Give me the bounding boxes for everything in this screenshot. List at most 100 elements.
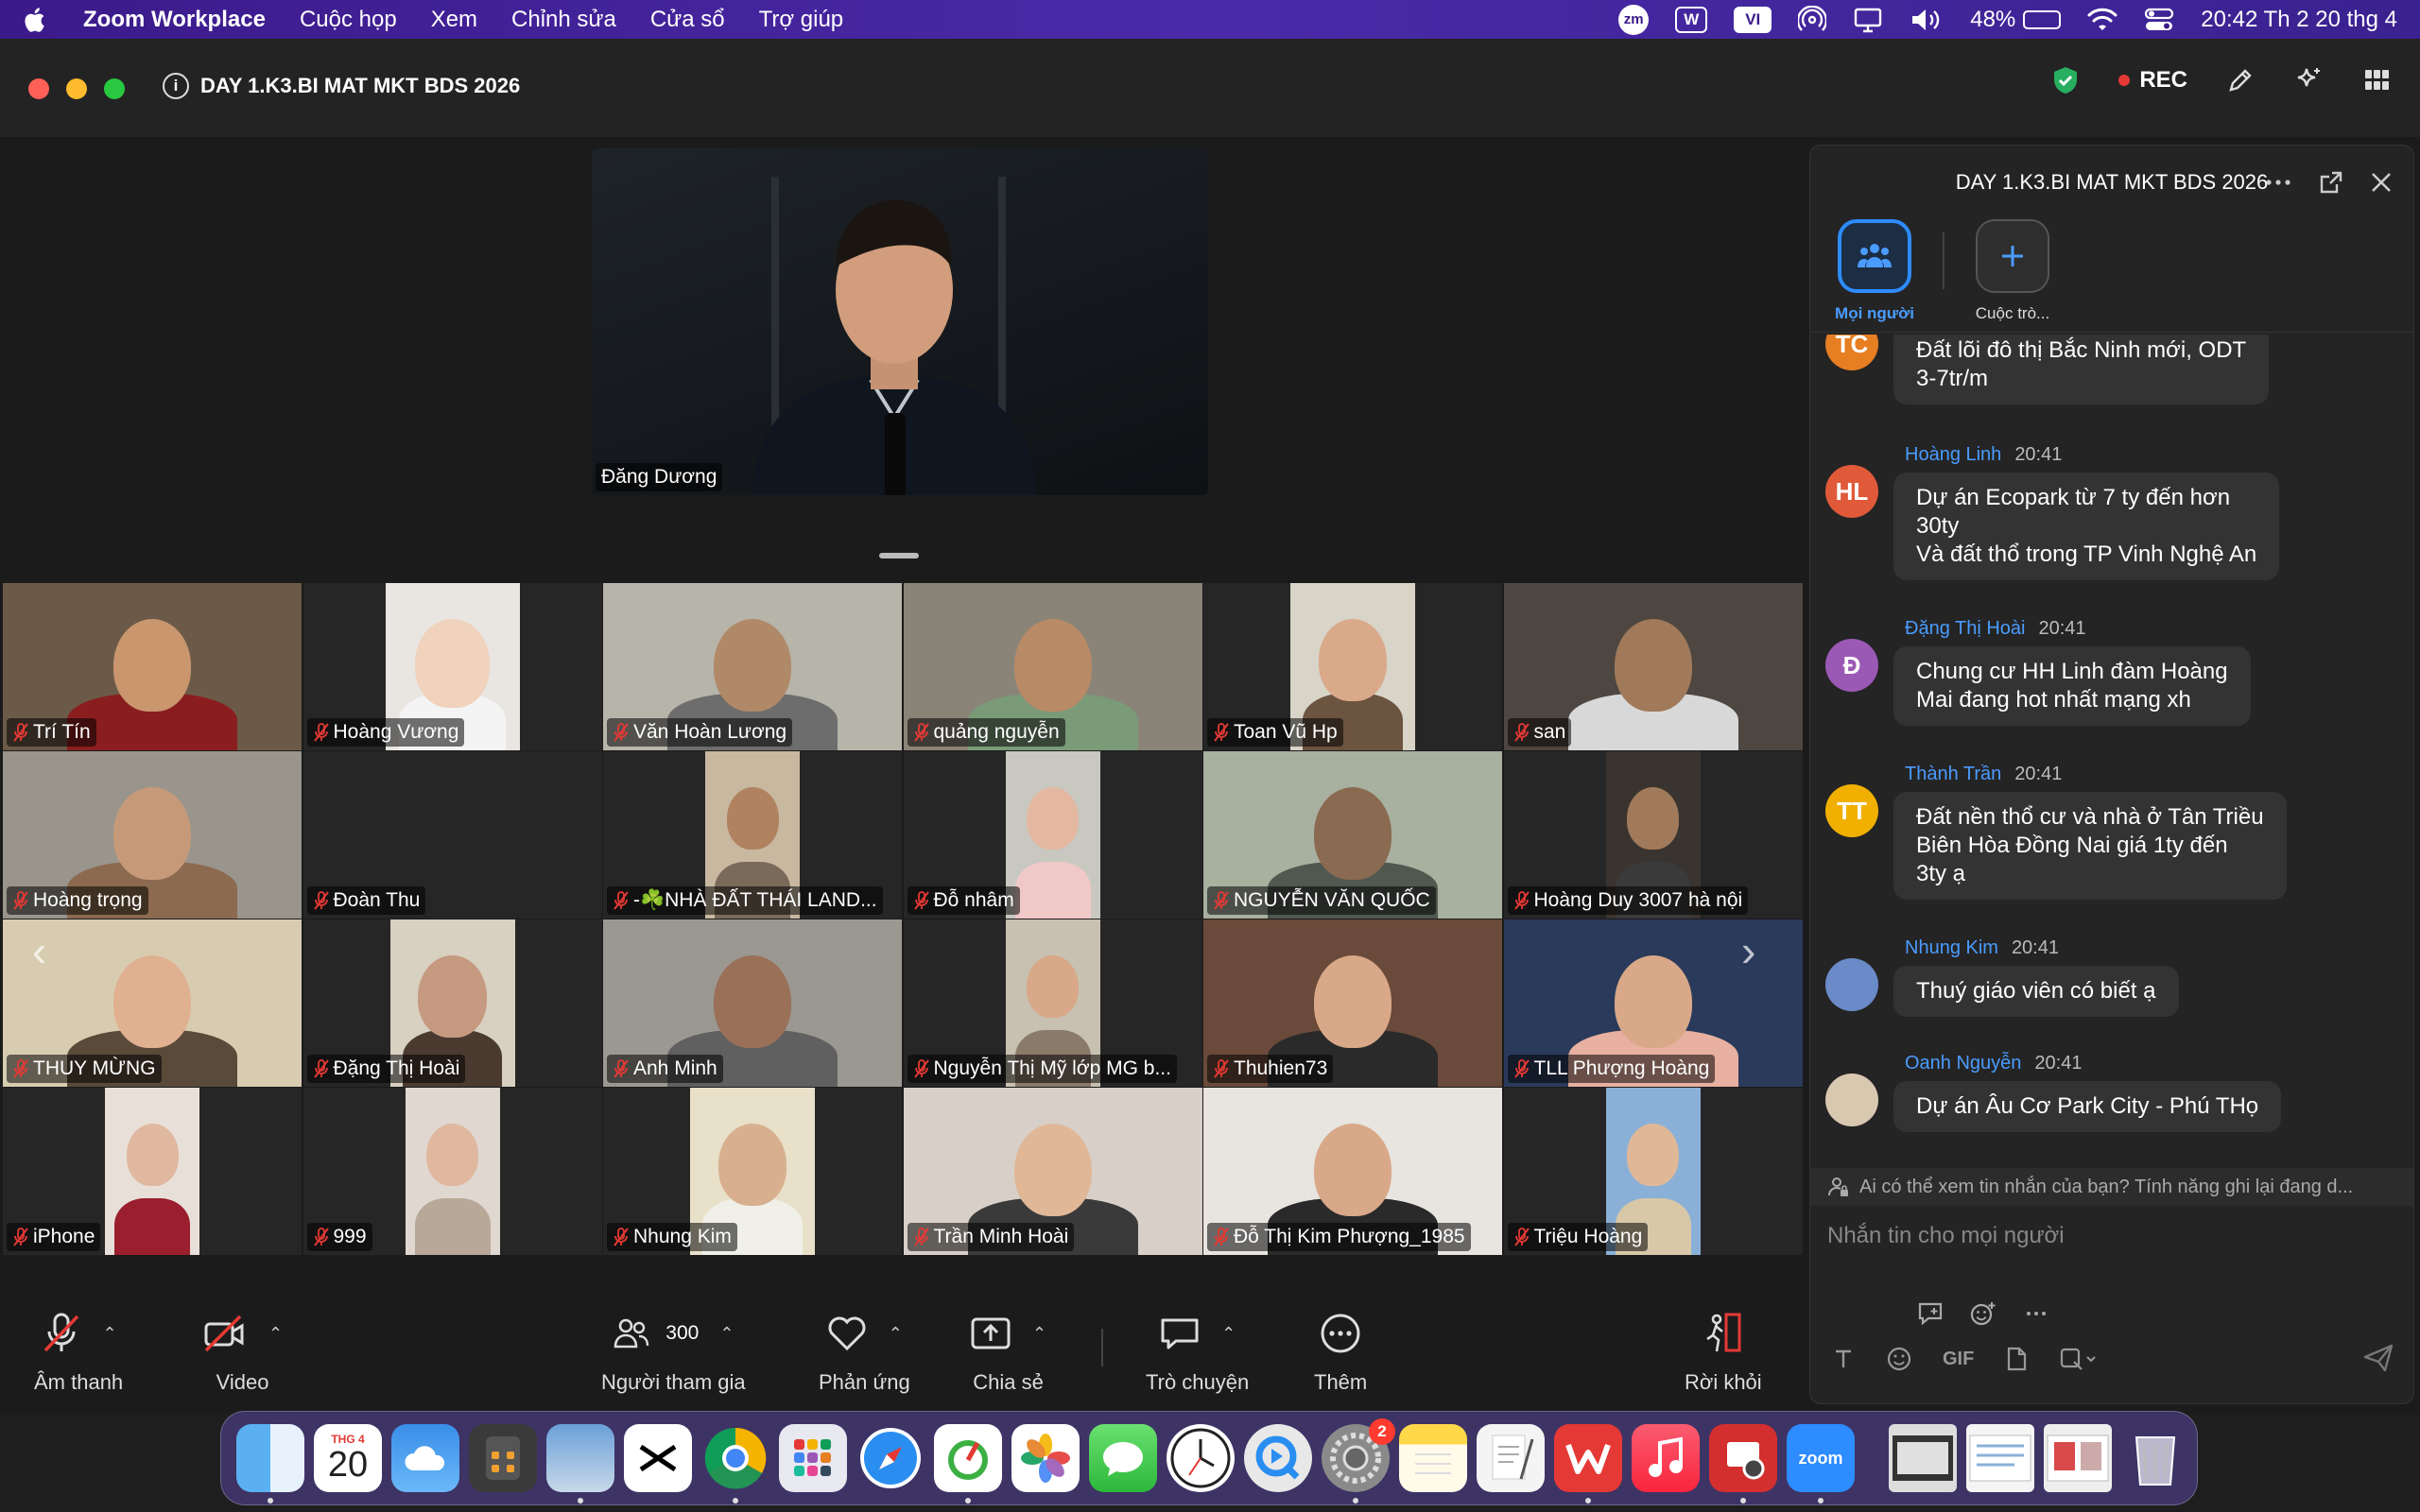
sender-name[interactable]: Thành Trần	[1905, 764, 2001, 785]
sender-avatar[interactable]	[1825, 958, 1878, 1011]
capcut-icon[interactable]	[624, 1424, 692, 1492]
menu-edit[interactable]: Chỉnh sửa	[511, 7, 616, 33]
trash-icon[interactable]	[2121, 1424, 2189, 1492]
airdrop-icon[interactable]	[1798, 5, 1827, 34]
sender-name[interactable]: Oanh Nguyễn	[1905, 1053, 2021, 1074]
weather-icon[interactable]	[391, 1424, 459, 1492]
finder-icon[interactable]	[236, 1424, 304, 1503]
security-shield-icon[interactable]	[2050, 65, 2081, 95]
participant-tile[interactable]: Hoàng trọng	[3, 751, 302, 919]
recent-window-3[interactable]	[2044, 1424, 2112, 1492]
sender-avatar[interactable]: HL	[1825, 465, 1878, 518]
participant-tile[interactable]: Đỗ Thị Kim Phượng_1985	[1203, 1088, 1502, 1255]
recent-window-1[interactable]	[1889, 1424, 1957, 1492]
message-bubble[interactable]: Dự án Âu Cơ Park City - Phú THọ	[1893, 1081, 2282, 1132]
tab-everyone[interactable]: Mọi người	[1827, 219, 1922, 332]
sender-name[interactable]: Hoàng Linh	[1905, 444, 2001, 466]
safari-icon[interactable]	[856, 1424, 925, 1492]
participant-tile[interactable]: Nguyễn Thị Mỹ lớp MG b...	[903, 919, 1202, 1087]
message-bubble[interactable]: Dự án Ecopark từ 7 ty đến hơn 30ty Và đấ…	[1893, 472, 2280, 580]
textedit-icon[interactable]	[1477, 1424, 1545, 1492]
display-icon[interactable]	[1853, 7, 1883, 33]
messages-icon[interactable]	[1089, 1424, 1157, 1492]
participant-tile[interactable]: Trần Minh Hoài	[903, 1088, 1202, 1255]
chrome-icon[interactable]	[701, 1424, 769, 1503]
video-button[interactable]: ⌃ Video	[202, 1300, 283, 1395]
launchpad-icon[interactable]	[779, 1424, 847, 1492]
quicktime-icon[interactable]	[1244, 1424, 1312, 1492]
sender-avatar[interactable]: TT	[1825, 784, 1878, 837]
video-options-chevron-icon[interactable]: ⌃	[268, 1324, 283, 1344]
chat-button[interactable]: ⌃ Trò chuyện	[1146, 1300, 1249, 1395]
text-format-icon[interactable]	[1831, 1347, 1856, 1371]
participant-tile[interactable]: Anh Minh	[603, 919, 902, 1087]
word-status-icon[interactable]: W	[1675, 6, 1708, 33]
participant-tile[interactable]: Toan Vũ Hp	[1203, 583, 1502, 750]
chat-chevron-icon[interactable]: ⌃	[1221, 1324, 1236, 1344]
calculator-icon[interactable]	[469, 1424, 537, 1492]
music-icon[interactable]	[1632, 1424, 1700, 1492]
participant-tile[interactable]: Đặng Thị Hoài	[302, 919, 602, 1087]
notes-icon[interactable]	[1399, 1424, 1467, 1492]
participants-button[interactable]: 300 ⌃ Người tham gia	[601, 1300, 746, 1395]
send-icon[interactable]	[2362, 1342, 2394, 1374]
sender-name[interactable]: Đặng Thị Hoài	[1905, 618, 2025, 640]
file-icon[interactable]	[2004, 1346, 2029, 1372]
participant-tile[interactable]: Thuhien73	[1203, 919, 1502, 1087]
app-icon-green[interactable]	[934, 1424, 1002, 1503]
menu-help[interactable]: Trợ giúp	[759, 7, 844, 33]
participant-tile[interactable]: Hoàng Vương	[302, 583, 602, 750]
audio-button[interactable]: ⌃ Âm thanh	[34, 1300, 123, 1395]
message-bubble[interactable]: Đất lõi đô thị Bắc Ninh mới, ODT 3-7tr/m	[1893, 335, 2270, 404]
ai-companion-icon[interactable]	[2293, 65, 2324, 95]
participant-tile[interactable]: 999	[302, 1088, 602, 1255]
menu-clock[interactable]: 20:42 Th 2 20 thg 4	[2201, 7, 2397, 33]
menu-window[interactable]: Cửa sổ	[650, 7, 725, 33]
close-icon[interactable]	[2370, 171, 2393, 194]
gallery-prev-arrow[interactable]: ‹	[32, 927, 60, 974]
participant-tile[interactable]: -☘️NHÀ ĐẤT THÁI LAND...	[603, 751, 902, 919]
reactions-chevron-icon[interactable]: ⌃	[889, 1324, 903, 1344]
system-settings-icon[interactable]: 2	[1322, 1418, 1395, 1503]
message-bubble[interactable]: Đất nền thổ cư và nhà ở Tân Triều Biên H…	[1893, 792, 2287, 900]
tab-new-chat[interactable]: Cuộc trò...	[1965, 219, 2060, 332]
sender-name[interactable]: Nhung Kim	[1905, 937, 1998, 959]
zoom-status-icon[interactable]: zm	[1618, 4, 1650, 35]
wifi-icon[interactable]	[2087, 8, 2118, 32]
participant-tile[interactable]: Hoàng Duy 3007 hà nội	[1503, 751, 1803, 919]
gif-button[interactable]: GIF	[1943, 1349, 1974, 1370]
resize-handle[interactable]	[879, 553, 919, 558]
grid-view-icon[interactable]	[2361, 65, 2392, 95]
meeting-info[interactable]: i DAY 1.K3.BI MAT MKT BDS 2026	[163, 73, 520, 99]
message-bubble[interactable]: Thuý giáo viên có biết ạ	[1893, 966, 2179, 1017]
info-icon[interactable]: i	[163, 73, 189, 99]
recording-indicator[interactable]: REC	[2118, 67, 2187, 94]
reactions-button[interactable]: ⌃ Phản ứng	[819, 1300, 910, 1395]
photo-booth-icon[interactable]	[1709, 1424, 1777, 1503]
sender-avatar[interactable]: Đ	[1825, 639, 1878, 692]
sender-avatar[interactable]	[1825, 1074, 1878, 1126]
audio-options-chevron-icon[interactable]: ⌃	[103, 1324, 117, 1344]
recent-window-2[interactable]	[1966, 1424, 2034, 1492]
emoji-icon[interactable]	[1886, 1346, 1912, 1372]
participant-tile[interactable]: Văn Hoàn Lương	[603, 583, 902, 750]
share-button[interactable]: ⌃ Chia sẻ	[970, 1300, 1046, 1395]
more-button[interactable]: Thêm	[1314, 1300, 1367, 1395]
participant-tile[interactable]: iPhone	[3, 1088, 302, 1255]
clock-icon[interactable]	[1167, 1424, 1235, 1492]
wps-office-icon[interactable]	[1554, 1424, 1622, 1503]
participant-tile[interactable]: Nhung Kim	[603, 1088, 902, 1255]
apple-icon[interactable]	[23, 7, 45, 33]
pop-out-icon[interactable]	[2319, 170, 2343, 195]
share-chevron-icon[interactable]: ⌃	[1032, 1324, 1046, 1344]
photos-icon[interactable]	[1011, 1424, 1080, 1492]
menu-meeting[interactable]: Cuộc họp	[300, 7, 397, 33]
participant-tile[interactable]: Đoàn Thu	[302, 751, 602, 919]
participant-tile[interactable]: quảng nguyễn	[903, 583, 1202, 750]
calendar-icon[interactable]: THG 4 20	[314, 1424, 382, 1492]
participant-tile[interactable]: Trí Tín	[3, 583, 302, 750]
chat-message-input[interactable]: Nhắn tin cho mọi người	[1827, 1223, 2065, 1249]
volume-icon[interactable]	[1910, 7, 1944, 33]
pencil-icon[interactable]	[2225, 65, 2256, 95]
menu-view[interactable]: Xem	[431, 7, 477, 33]
